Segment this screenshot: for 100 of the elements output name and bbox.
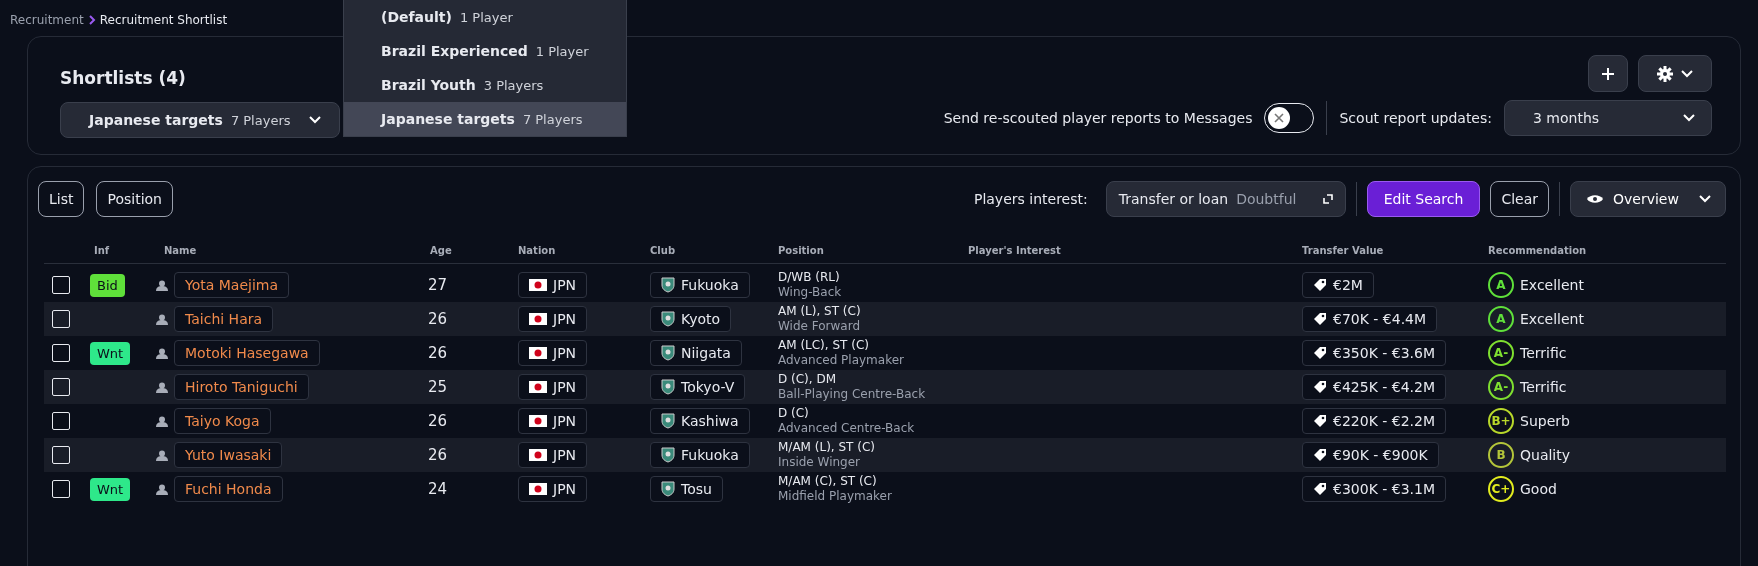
status-badge: Bid [90,273,125,297]
club-tag[interactable]: Tokyo-V [650,374,746,400]
scout-updates-select[interactable]: 3 months [1504,100,1712,136]
nation-tag[interactable]: JPN [518,340,588,366]
age-cell: 26 [428,446,448,464]
tag-icon [1313,482,1327,496]
checkbox[interactable] [52,378,70,396]
rating-text: Good [1520,481,1557,497]
grade-circle: B+ [1488,408,1514,434]
flag-icon [529,347,547,359]
nation-tag[interactable]: JPN [518,442,588,468]
player-name-link[interactable]: Taiyo Koga [174,408,271,434]
nation-tag[interactable]: JPN [518,272,588,298]
transfer-value-tag: €90K - €900K [1302,442,1439,468]
club-tag[interactable]: Fukuoka [650,442,750,468]
player-name-link[interactable]: Yota Maejima [174,272,290,298]
person-icon [156,415,168,427]
position-text: D/WB (RL) [778,270,841,285]
flag-icon [529,279,547,291]
tag-icon [1313,380,1327,394]
menu-item[interactable]: (Default) 1 Player [344,0,626,34]
grade-circle: A [1488,306,1514,332]
chevron-down-icon [309,116,321,124]
player-name-link[interactable]: Motoki Hasegawa [174,340,320,366]
field-label: Players interest: [973,191,1088,207]
tag-icon [1313,346,1327,360]
view-button[interactable]: List [38,181,85,217]
position-text: M/AM (L), ST (C) [778,440,875,455]
transfer-value-tag: €350K - €3.6M [1302,340,1446,366]
nation-tag[interactable]: JPN [518,374,588,400]
age-cell: 26 [428,344,448,362]
column-header: Inf [93,244,111,256]
clear-button[interactable]: Clear [1490,181,1549,217]
column-header: Nation [517,244,557,256]
club-tag[interactable]: Kashiwa [650,408,750,434]
person-icon [156,449,168,461]
transfer-value-tag: €300K - €3.1M [1302,476,1446,502]
role-text: Advanced Playmaker [778,353,904,368]
chevron-down-icon [1681,69,1693,78]
crest-icon [661,447,675,463]
nation-tag[interactable]: JPN [518,408,588,434]
menu-item[interactable]: Brazil Experienced 1 Player [344,34,626,68]
checkbox[interactable] [52,310,70,328]
player-name-link[interactable]: Taichi Hara [174,306,274,332]
checkbox[interactable] [52,276,70,294]
club-tag[interactable]: Fukuoka [650,272,750,298]
person-icon [156,313,168,325]
settings-button[interactable] [1638,55,1712,92]
age-cell: 25 [428,378,448,396]
player-name-link[interactable]: Hiroto Taniguchi [174,374,309,400]
field-label: Scout report updates: [1339,110,1492,126]
nation-tag[interactable]: JPN [518,306,588,332]
club-tag[interactable]: Niigata [650,340,742,366]
checkbox[interactable] [52,446,70,464]
club-tag[interactable]: Kyoto [650,306,732,332]
rating-text: Terrific [1520,379,1567,395]
view-button[interactable]: Position [96,181,173,217]
tag-icon [1313,448,1327,462]
player-name-link[interactable]: Fuchi Honda [174,476,283,502]
toggle-label: Send re-scouted player reports to Messages [943,110,1253,126]
age-cell: 26 [428,310,448,328]
tag-icon [1313,312,1327,326]
column-header: Name [163,244,198,256]
checkbox[interactable] [52,480,70,498]
chevron-down-icon [1699,195,1711,203]
menu-item[interactable]: Japanese targets 7 Players [344,102,626,136]
position-text: D (C), DM [778,372,838,387]
add-button[interactable] [1588,55,1628,92]
flag-icon [529,381,547,393]
role-text: Midfield Playmaker [778,489,892,504]
menu-item[interactable]: Brazil Youth 3 Players [344,68,626,102]
position-text: D (C) [778,406,810,421]
column-header: Position [777,244,825,256]
position-text: AM (LC), ST (C) [778,338,870,353]
breadcrumb-link[interactable]: Recruitment [10,13,84,27]
rating-text: Excellent [1520,277,1584,293]
nation-tag[interactable]: JPN [518,476,588,502]
grade-circle: A- [1488,340,1514,366]
tag-icon [1313,278,1327,292]
chevron-right-icon [87,15,96,25]
flag-icon [529,483,547,495]
edit-search-button[interactable]: Edit Search [1366,181,1481,217]
column-header: Club [649,244,677,256]
club-tag[interactable]: Tosu [650,476,723,502]
position-text: M/AM (C), ST (C) [778,474,878,489]
breadcrumb-link[interactable]: Recruitment Shortlist [99,13,228,27]
player-name-link[interactable]: Yuto Iwasaki [174,442,283,468]
status-badge: Wnt [90,341,131,365]
role-text: Inside Winger [778,455,862,470]
checkbox[interactable] [52,344,70,362]
shortlist-dropdown[interactable]: Japanese targets 7 Players [60,102,340,138]
role-text: Advanced Centre-Back [778,421,915,436]
interest-field[interactable]: Transfer or loan Doubtful [1105,181,1346,217]
checkbox[interactable] [52,412,70,430]
transfer-value-tag: €220K - €2.2M [1302,408,1446,434]
transfer-value-tag: €70K - €4.4M [1302,306,1438,332]
flag-icon [529,415,547,427]
plus-icon [1602,67,1614,80]
overview-dropdown[interactable]: Overview [1570,181,1726,217]
age-cell: 26 [428,412,448,430]
